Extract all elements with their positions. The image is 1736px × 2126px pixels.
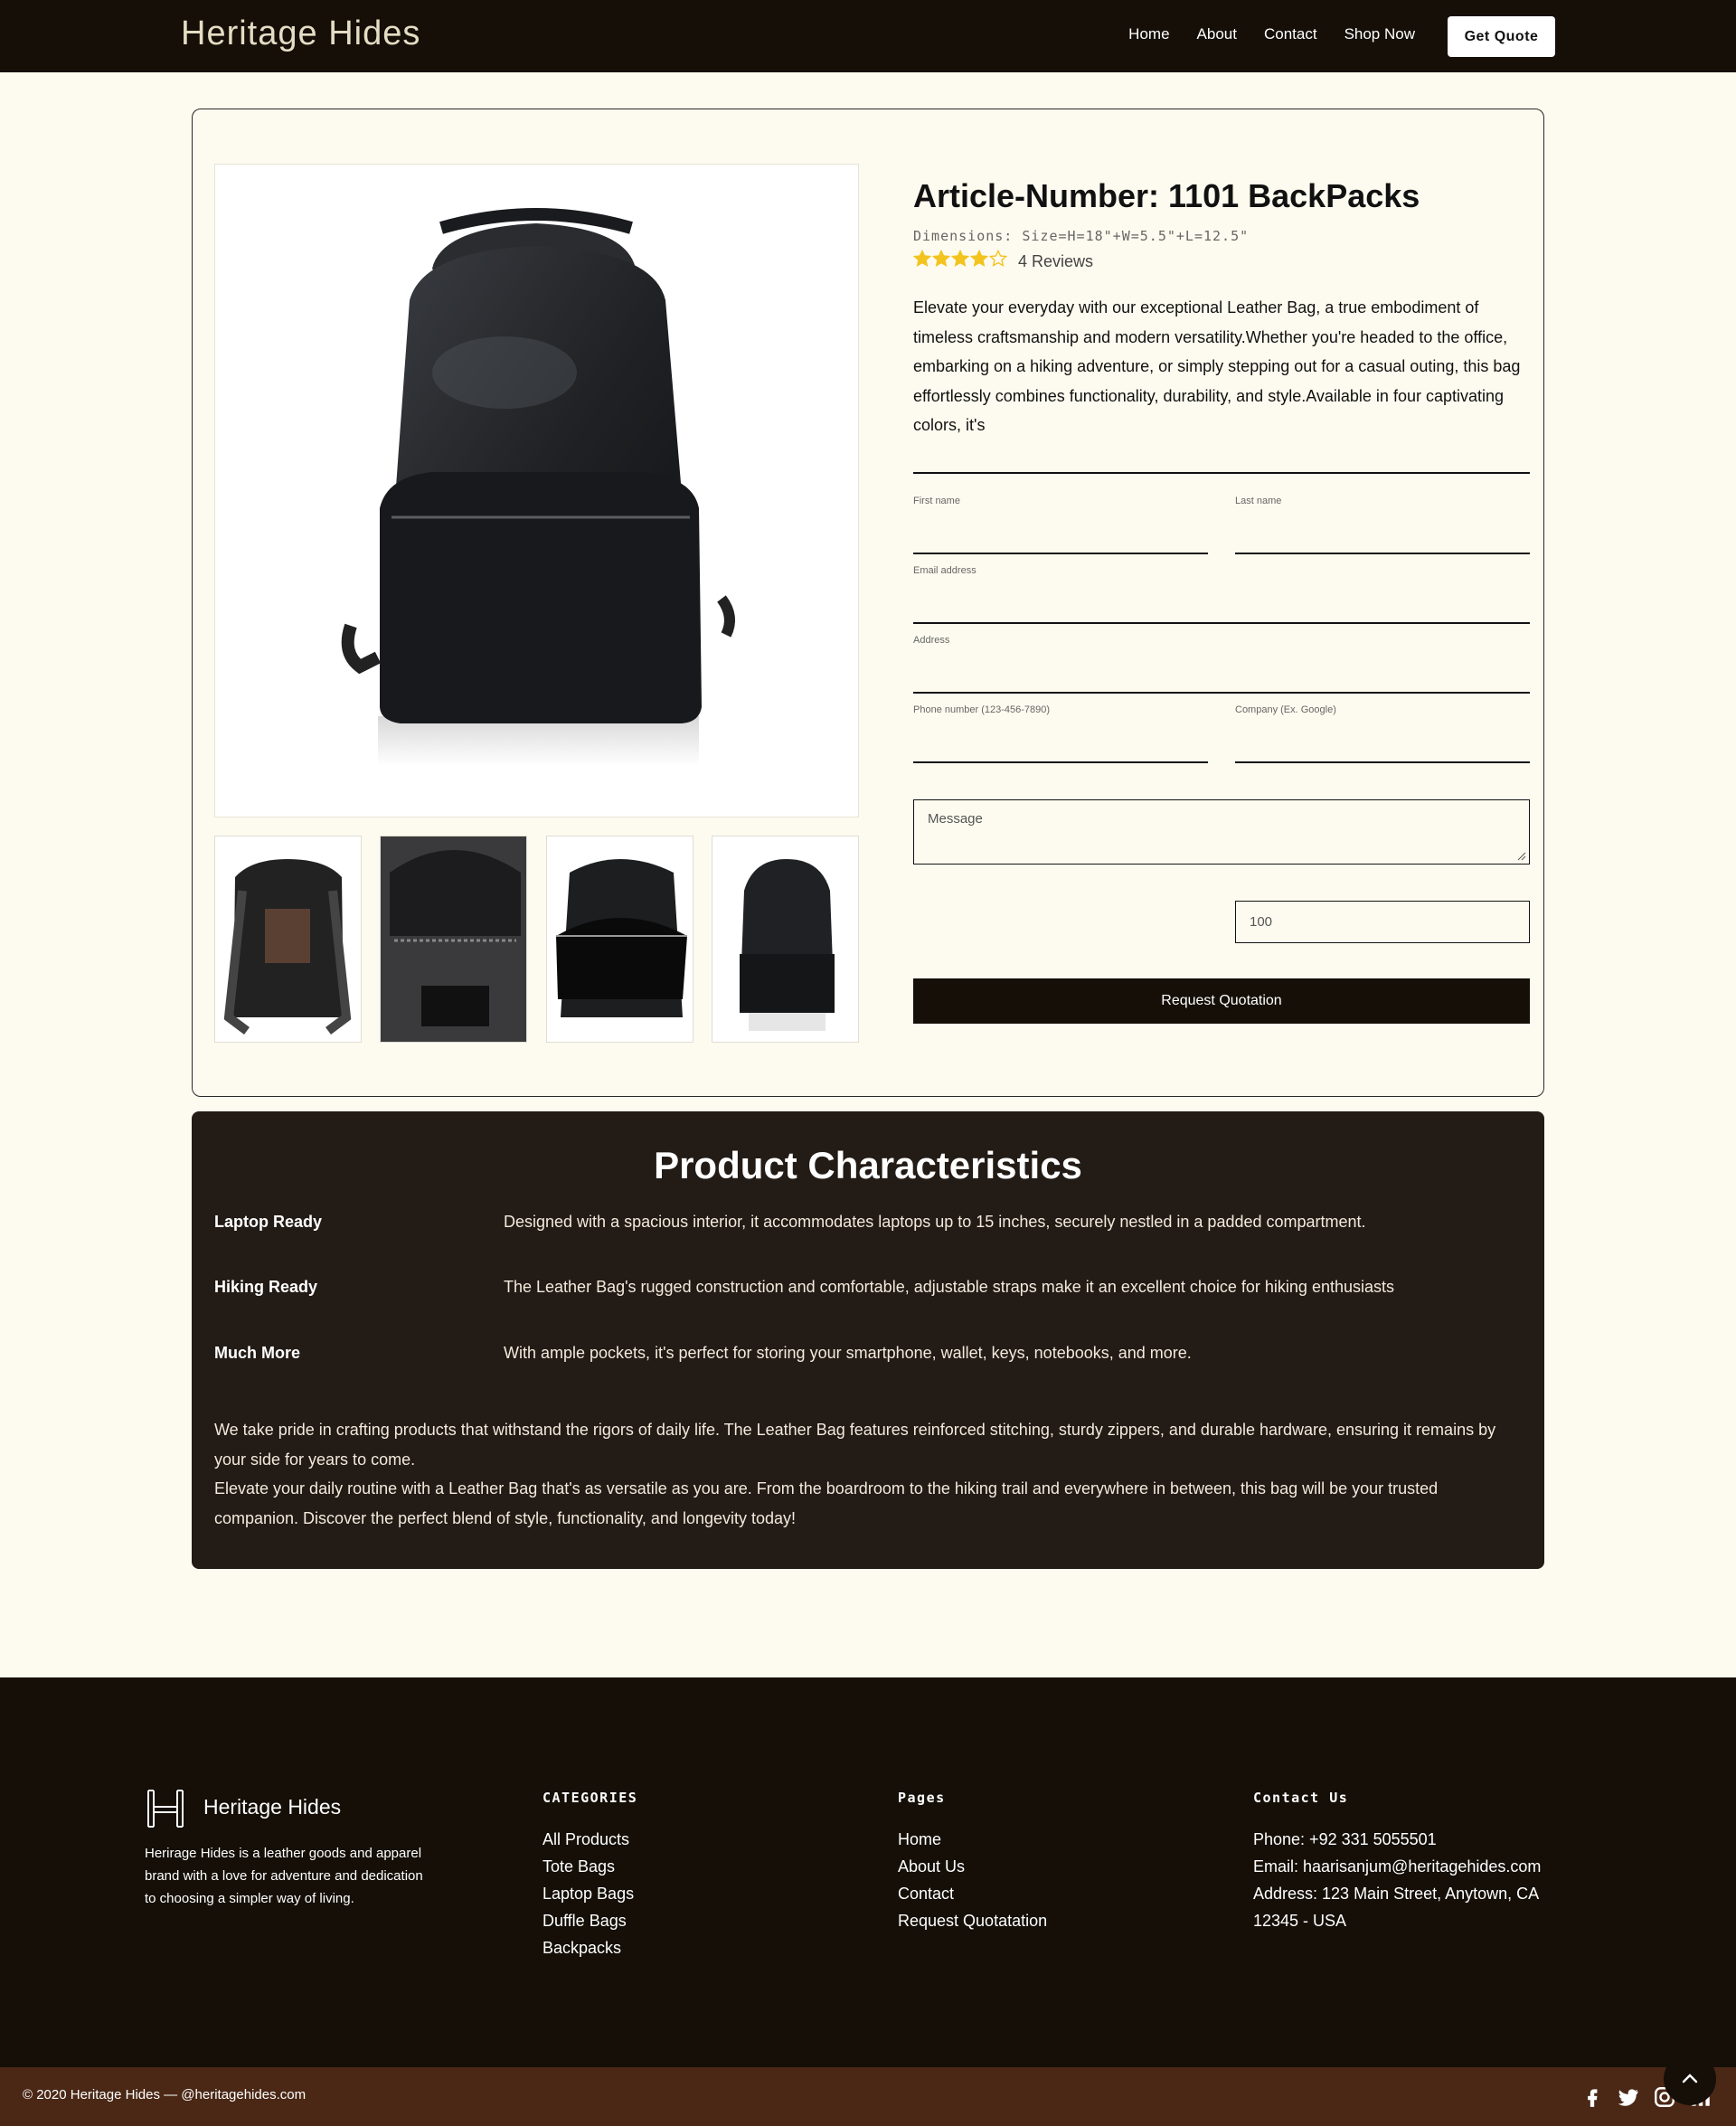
footer-pages: Pages Home About Us Contact Request Quot…: [898, 1790, 1047, 1934]
facebook-icon[interactable]: [1580, 2085, 1604, 2109]
product-main-image: [214, 164, 859, 817]
request-quotation-button[interactable]: Request Quotation: [913, 978, 1530, 1024]
rating-stars: [913, 250, 1007, 268]
phone-field[interactable]: Phone number (123-456-7890): [913, 704, 1208, 763]
footer-link-duffle-bags[interactable]: Duffle Bags: [542, 1907, 637, 1934]
star-empty-icon: [989, 250, 1007, 268]
email-field[interactable]: Email address: [913, 565, 1530, 624]
product-description: Elevate your everyday with our exception…: [913, 298, 1521, 435]
resize-handle-icon[interactable]: [1517, 852, 1526, 861]
categories-heading: CATEGORIES: [542, 1790, 638, 1806]
email-label: Email address: [913, 565, 976, 576]
footer-link-all-products[interactable]: All Products: [542, 1826, 637, 1853]
characteristics-paragraph-2: Elevate your daily routine with a Leathe…: [214, 1479, 1439, 1527]
characteristic-label: Laptop Ready: [214, 1213, 323, 1231]
top-navbar: Heritage Hides Home About Contact Shop N…: [0, 0, 1736, 72]
first-name-field[interactable]: First name: [913, 496, 1208, 554]
quantity-input[interactable]: 100: [1235, 901, 1530, 943]
twitter-icon[interactable]: [1617, 2085, 1640, 2109]
product-characteristics-section: Product Characteristics Laptop Ready Des…: [192, 1111, 1544, 1569]
footer-brand[interactable]: Heritage Hides: [203, 1795, 341, 1819]
scroll-to-top-button[interactable]: [1664, 2053, 1716, 2105]
message-textarea[interactable]: Message: [913, 799, 1530, 865]
star-filled-icon: [913, 250, 931, 268]
copyright-bar: © 2020 Heritage Hides — @heritagehides.c…: [0, 2067, 1736, 2126]
reviews-count[interactable]: 4 Reviews: [1018, 252, 1093, 271]
nav-shop-now[interactable]: Shop Now: [1344, 25, 1415, 43]
site-footer: Heritage Hides Herirage Hides is a leath…: [0, 1677, 1736, 2067]
nav-home[interactable]: Home: [1128, 25, 1169, 43]
characteristics-title: Product Characteristics: [654, 1144, 1082, 1186]
heritage-hides-logo-icon: [147, 1790, 184, 1828]
message-placeholder: Message: [928, 811, 983, 827]
thumbnail-back-view[interactable]: [214, 836, 362, 1043]
last-name-field[interactable]: Last name: [1235, 496, 1530, 554]
product-dimensions: Dimensions: Size=H=18"+W=5.5"+L=12.5": [913, 228, 1250, 244]
pages-heading: Pages: [898, 1790, 946, 1806]
phone-label: Phone number (123-456-7890): [913, 704, 1051, 715]
characteristics-paragraph-1: We take pride in crafting products that …: [214, 1421, 1496, 1469]
characteristic-label: Much More: [214, 1344, 301, 1362]
footer-categories: CATEGORIES All Products Tote Bags Laptop…: [542, 1790, 637, 1961]
footer-link-contact[interactable]: Contact: [898, 1880, 1047, 1907]
brand-logo[interactable]: Heritage Hides: [181, 14, 420, 53]
star-filled-icon: [932, 250, 950, 268]
footer-link-laptop-bags[interactable]: Laptop Bags: [542, 1880, 637, 1907]
star-filled-icon: [951, 250, 969, 268]
company-label: Company (Ex. Google): [1235, 704, 1336, 715]
footer-link-home[interactable]: Home: [898, 1826, 1047, 1853]
footer-link-about-us[interactable]: About Us: [898, 1853, 1047, 1880]
chevron-up-icon: [1682, 2074, 1698, 2083]
characteristic-label: Hiking Ready: [214, 1278, 318, 1296]
get-quote-button[interactable]: Get Quote: [1448, 16, 1555, 57]
thumbnail-front-view[interactable]: [712, 836, 859, 1043]
product-title: Article-Number: 1101 BackPacks: [913, 177, 1420, 214]
footer-contact: Contact Us Phone: +92 331 5055501 Email:…: [1253, 1790, 1541, 1934]
footer-link-request-quotation[interactable]: Request Quotatation: [898, 1907, 1047, 1934]
form-top-divider: [913, 472, 1530, 474]
last-name-label: Last name: [1235, 496, 1282, 506]
footer-about: Herirage Hides is a leather goods and ap…: [145, 1846, 423, 1906]
nav-links: Home About Contact Shop Now: [1128, 25, 1415, 43]
star-filled-icon: [970, 250, 988, 268]
characteristic-text: With ample pockets, it's perfect for sto…: [504, 1344, 1192, 1362]
contact-address-line-2: 12345 - USA: [1253, 1912, 1347, 1930]
address-label: Address: [913, 635, 950, 646]
contact-heading: Contact Us: [1253, 1790, 1349, 1806]
contact-address: Address: 123 Main Street, Anytown, CA: [1253, 1885, 1540, 1903]
copyright-text: © 2020 Heritage Hides — @heritagehides.c…: [23, 2087, 307, 2102]
nav-contact[interactable]: Contact: [1264, 25, 1317, 43]
thumbnail-inside-view[interactable]: [380, 836, 527, 1043]
characteristic-text: The Leather Bag's rugged construction an…: [504, 1278, 1394, 1296]
quantity-value: 100: [1250, 914, 1273, 930]
thumbnail-open-view[interactable]: [546, 836, 693, 1043]
first-name-label: First name: [913, 496, 960, 506]
footer-link-backpacks[interactable]: Backpacks: [542, 1934, 637, 1961]
contact-phone: Phone: +92 331 5055501: [1253, 1830, 1437, 1848]
company-field[interactable]: Company (Ex. Google): [1235, 704, 1530, 763]
characteristics-description: We take pride in crafting products that …: [214, 1415, 1521, 1533]
address-field[interactable]: Address: [913, 635, 1530, 694]
contact-email[interactable]: Email: haarisanjum@heritagehides.com: [1253, 1853, 1541, 1880]
nav-about[interactable]: About: [1197, 25, 1237, 43]
characteristic-text: Designed with a spacious interior, it ac…: [504, 1213, 1366, 1231]
footer-link-tote-bags[interactable]: Tote Bags: [542, 1853, 637, 1880]
